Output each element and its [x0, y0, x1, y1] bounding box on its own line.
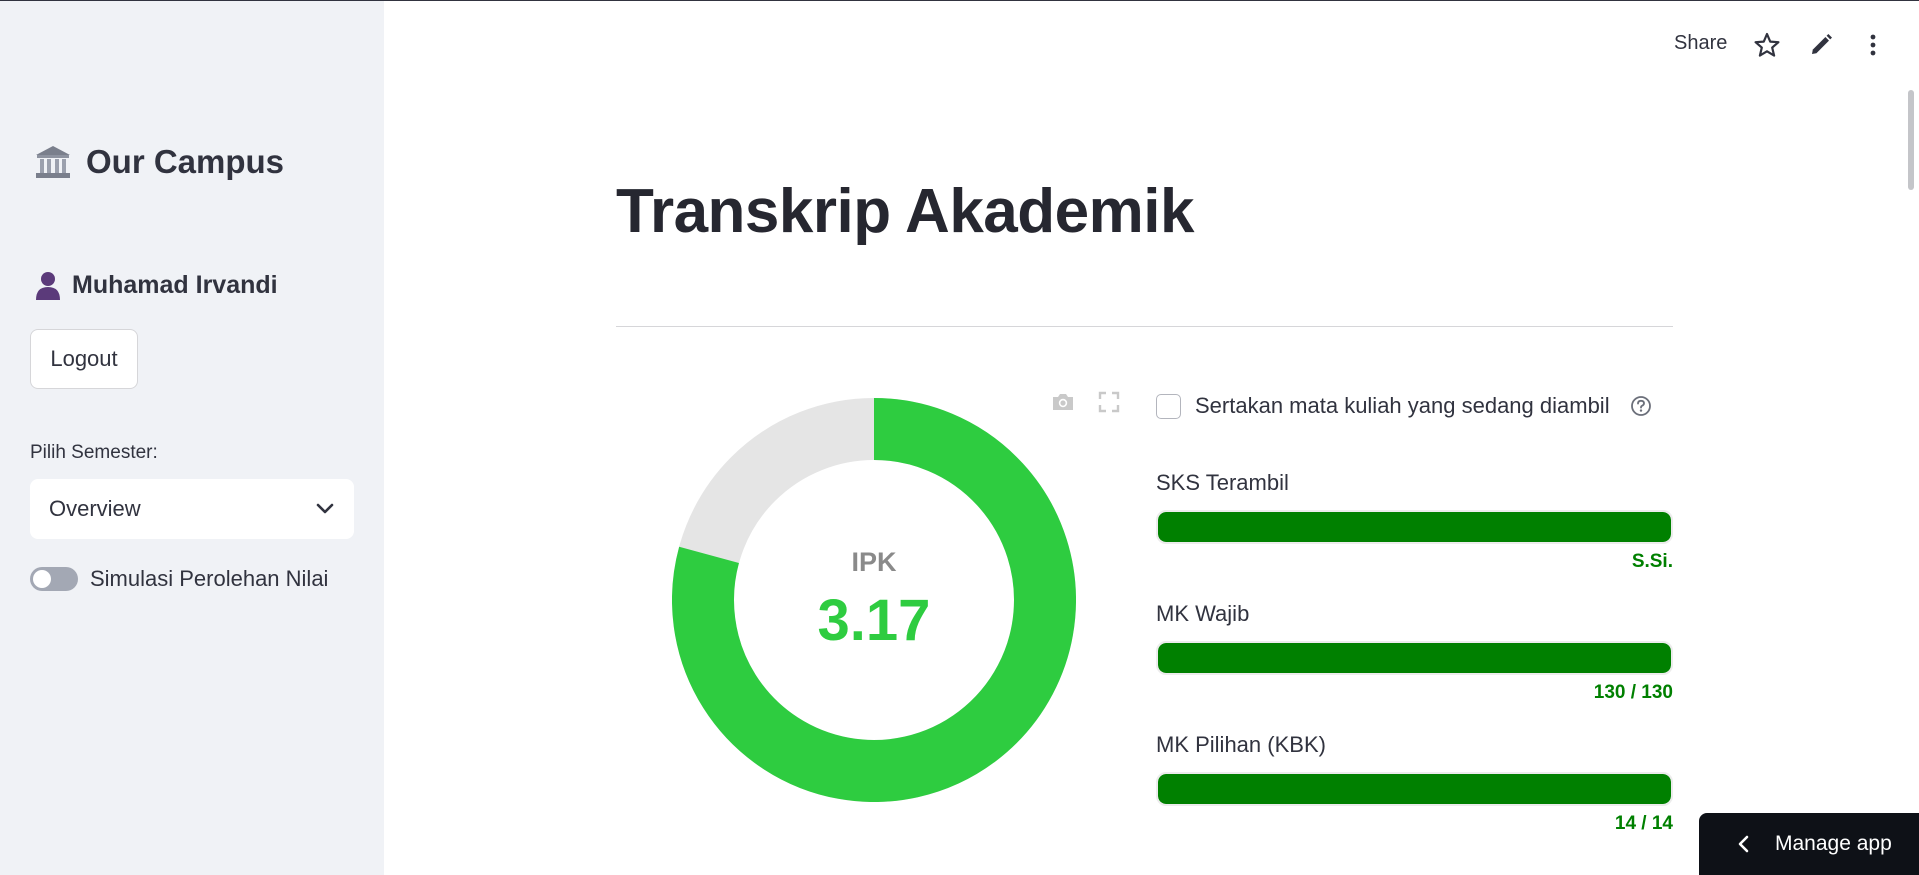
progress-fill-mk-wajib: [1158, 643, 1671, 673]
semester-label: Pilih Semester:: [30, 442, 158, 463]
user-name: Muhamad Irvandi: [72, 270, 278, 299]
fullscreen-icon[interactable]: [1098, 391, 1120, 413]
user-info: Muhamad Irvandi: [34, 270, 278, 300]
chevron-down-icon: [316, 503, 334, 514]
user-icon: [36, 272, 60, 300]
manage-app-button[interactable]: Manage app: [1699, 813, 1919, 875]
top-border: [0, 0, 1919, 1]
include-current-courses-row: Sertakan mata kuliah yang sedang diambil: [1156, 393, 1652, 419]
page-title: Transkrip Akademik: [616, 177, 1194, 246]
brand-title: Our Campus: [86, 143, 285, 180]
logout-button[interactable]: Logout: [30, 329, 138, 389]
scrollbar[interactable]: [1908, 90, 1914, 190]
toggle-knob: [33, 570, 51, 588]
progress-value-sks: S.Si.: [1631, 551, 1673, 572]
progress-value-mk-wajib: 130 / 130: [1593, 682, 1673, 703]
progress-fill-mk-pilihan: [1158, 774, 1671, 804]
chevron-left-icon: [1738, 835, 1749, 853]
simulation-toggle-label: Simulasi Perolehan Nilai: [90, 566, 329, 591]
simulation-toggle[interactable]: [30, 567, 78, 591]
ipk-value: 3.17: [817, 588, 931, 653]
progress-bar-mk-pilihan: [1156, 772, 1673, 806]
camera-icon[interactable]: [1051, 391, 1075, 413]
sidebar: Our Campus Muhamad Irvandi Logout Pilih …: [0, 0, 384, 875]
ipk-label: IPK: [851, 547, 897, 577]
semester-select[interactable]: Overview: [30, 479, 354, 539]
progress-bar-mk-wajib: [1156, 641, 1673, 675]
star-icon[interactable]: [1754, 32, 1780, 58]
progress-label-sks: SKS Terambil: [1156, 470, 1289, 495]
progress-bar-sks: [1156, 510, 1673, 544]
progress-fill-sks: [1158, 512, 1671, 542]
brand: Our Campus: [34, 143, 284, 181]
help-icon[interactable]: [1630, 395, 1652, 417]
progress-label-mk-wajib: MK Wajib: [1156, 601, 1250, 626]
semester-select-value: Overview: [49, 496, 141, 521]
edit-icon[interactable]: [1808, 32, 1834, 58]
share-button[interactable]: Share: [1674, 32, 1727, 55]
progress-label-mk-pilihan: MK Pilihan (KBK): [1156, 732, 1326, 757]
more-vert-icon[interactable]: [1860, 32, 1886, 58]
manage-app-label: Manage app: [1775, 832, 1892, 855]
divider: [616, 326, 1673, 327]
simulation-toggle-row: Simulasi Perolehan Nilai: [30, 566, 328, 592]
progress-value-mk-pilihan: 14 / 14: [1614, 813, 1673, 834]
bank-icon: [36, 146, 70, 178]
include-current-courses-checkbox[interactable]: [1156, 393, 1181, 419]
include-current-courses-label: Sertakan mata kuliah yang sedang diambil: [1195, 393, 1610, 418]
